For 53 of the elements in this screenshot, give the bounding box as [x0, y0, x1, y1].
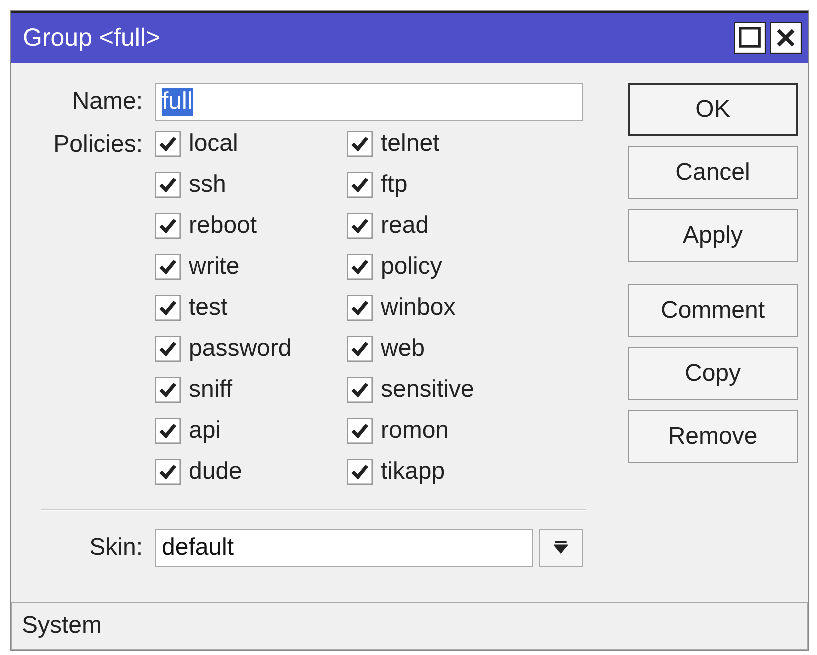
- name-field[interactable]: full: [155, 83, 583, 121]
- maximize-icon[interactable]: [734, 22, 766, 54]
- policy-label: winbox: [381, 294, 456, 322]
- dialog-button[interactable]: Cancel: [628, 146, 798, 199]
- checkbox[interactable]: [347, 459, 373, 485]
- policy-label: dude: [189, 458, 242, 486]
- policy-label: ssh: [189, 171, 226, 199]
- policy-label: sensitive: [381, 376, 474, 404]
- policy-label: write: [189, 253, 240, 281]
- status-bar: System: [11, 602, 808, 650]
- checkbox[interactable]: [155, 336, 181, 362]
- checkbox[interactable]: [155, 377, 181, 403]
- window-title: Group <full>: [23, 24, 161, 52]
- policy-label: api: [189, 417, 222, 445]
- policy-label: ftp: [381, 171, 408, 199]
- checkbox[interactable]: [155, 213, 181, 239]
- name-label: Name:: [71, 88, 143, 116]
- down-arrow-icon: [554, 541, 568, 555]
- checkbox[interactable]: [347, 213, 373, 239]
- skin-field[interactable]: default: [155, 529, 533, 567]
- checkbox[interactable]: [155, 254, 181, 280]
- policy-label: sniff: [189, 376, 233, 404]
- policy-label: read: [381, 212, 430, 240]
- dialog-button[interactable]: OK: [628, 83, 798, 136]
- checkbox[interactable]: [347, 418, 373, 444]
- dialog-button[interactable]: Comment: [628, 284, 798, 337]
- policy-label: policy: [381, 253, 442, 281]
- checkbox[interactable]: [347, 295, 373, 321]
- policy-label: test: [189, 294, 228, 322]
- checkbox[interactable]: [347, 377, 373, 403]
- policy-label: romon: [381, 417, 450, 445]
- policy-label: password: [189, 335, 292, 363]
- dropdown-button[interactable]: [539, 529, 583, 567]
- skin-label: Skin:: [88, 534, 143, 562]
- checkbox[interactable]: [347, 131, 373, 157]
- policies-label: Policies:: [52, 131, 143, 159]
- checkbox[interactable]: [347, 172, 373, 198]
- dialog-button[interactable]: Copy: [628, 347, 798, 400]
- policy-label: reboot: [189, 212, 258, 240]
- checkbox[interactable]: [347, 254, 373, 280]
- checkbox[interactable]: [155, 459, 181, 485]
- checkbox[interactable]: [155, 418, 181, 444]
- checkbox[interactable]: [155, 295, 181, 321]
- dialog-button[interactable]: Remove: [628, 410, 798, 463]
- close-icon[interactable]: [770, 22, 802, 54]
- policy-label: local: [189, 130, 238, 158]
- checkbox[interactable]: [155, 131, 181, 157]
- checkbox[interactable]: [347, 336, 373, 362]
- policy-label: telnet: [381, 130, 440, 158]
- dialog-button[interactable]: Apply: [628, 209, 798, 262]
- policy-label: web: [381, 335, 426, 363]
- checkbox[interactable]: [155, 172, 181, 198]
- policy-label: tikapp: [381, 458, 446, 486]
